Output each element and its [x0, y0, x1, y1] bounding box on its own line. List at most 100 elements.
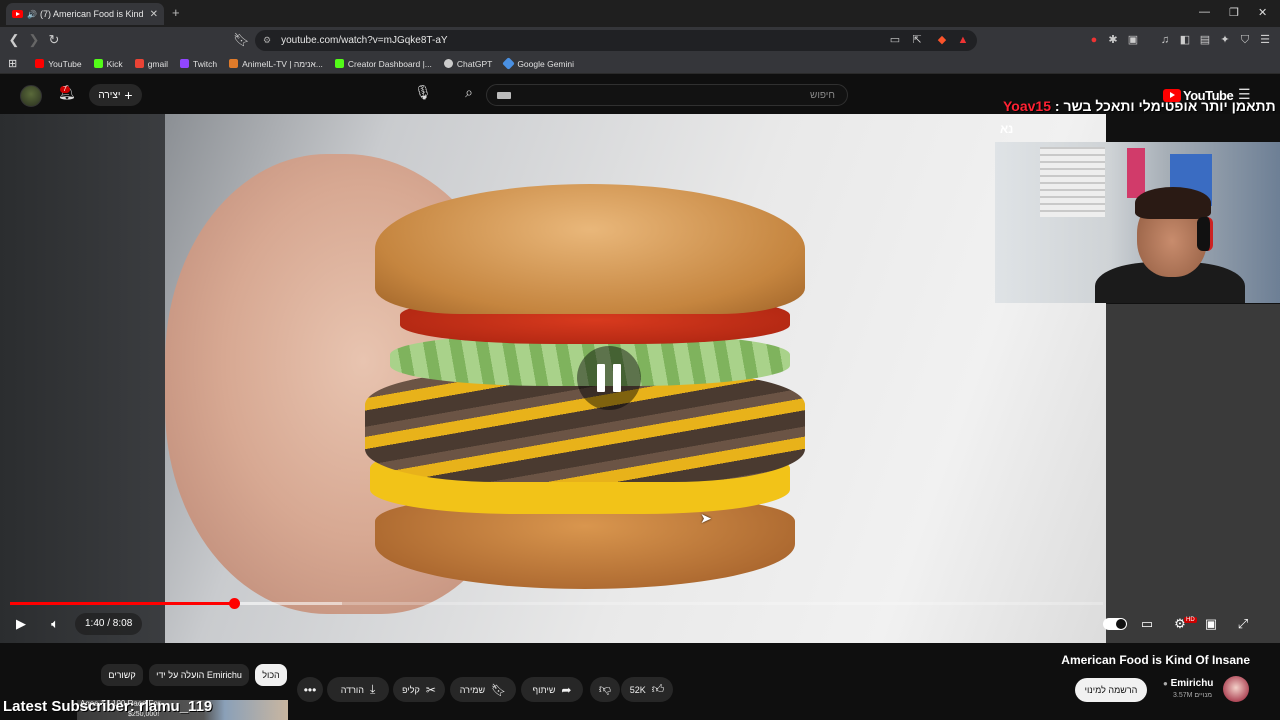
gmail-icon — [134, 59, 144, 68]
browser-tab[interactable]: 🔊 (7) American Food is Kind Of ✕ — [6, 3, 164, 25]
chip-uploaded-by[interactable]: הועלה על ידי Emirichu — [149, 664, 249, 686]
dislike-button[interactable]: 👎︎ — [590, 677, 620, 702]
thumbs-down-icon: 👎︎ — [598, 682, 612, 696]
brave-shields-icon[interactable]: ◆ — [935, 33, 949, 47]
play-icon[interactable]: ▶ — [9, 614, 33, 634]
cast-icon[interactable]: ▭ — [888, 33, 902, 47]
subtitles-icon[interactable]: ▭ — [1135, 614, 1159, 634]
channel-avatar[interactable] — [1223, 676, 1249, 702]
mouse-cursor-icon: ➤ — [700, 510, 712, 526]
screenshot-icon[interactable]: ▣ — [1126, 33, 1140, 47]
download-icon: ⤓ — [369, 682, 376, 696]
video-background-left — [0, 114, 165, 643]
scrubber-handle[interactable] — [229, 598, 241, 609]
bookmark-twitch[interactable]: Twitch — [180, 59, 217, 69]
like-count: 52K — [629, 684, 646, 695]
kick-icon — [93, 59, 103, 68]
chip-related[interactable]: קשורים — [101, 664, 143, 686]
bookmark-creator-dashboard[interactable]: Creator Dashboard |... — [334, 59, 432, 69]
search-icon[interactable]: ⌕ — [458, 84, 480, 106]
apps-icon[interactable]: ⊞ — [8, 57, 17, 70]
reload-icon[interactable]: ↻ — [46, 32, 62, 48]
wallet-icon[interactable]: ▤ — [1198, 33, 1212, 47]
search-input[interactable]: חיפוש — [486, 84, 848, 106]
create-button[interactable]: יצירה + — [89, 84, 142, 106]
keyboard-icon[interactable] — [497, 92, 511, 99]
close-tab-icon[interactable]: ✕ — [150, 9, 158, 20]
site-info-icon[interactable]: ⚙ — [263, 35, 271, 46]
video-title: American Food is Kind Of Insane — [1061, 653, 1250, 667]
scissors-icon: ✂ — [425, 682, 436, 697]
video-background-right — [1106, 304, 1280, 643]
account-avatar[interactable] — [20, 85, 42, 107]
download-button[interactable]: הורדה ⤓ — [327, 677, 389, 702]
top-bun-image — [375, 184, 805, 314]
time-display: 1:40 / 8:08 — [75, 613, 143, 635]
webcam-window-shutter — [1040, 147, 1105, 217]
audio-playing-icon[interactable]: 🔊 — [27, 10, 37, 19]
extensions-icon[interactable]: ✱ — [1106, 33, 1120, 47]
chip-all[interactable]: הכול — [255, 664, 287, 686]
chatgpt-icon — [443, 59, 453, 68]
browser-toolbar: ❮ ❯ ↻ 🔖︎ ⚙ youtube.com/watch?v=mJGqke8T-… — [0, 27, 1280, 54]
progress-played — [10, 602, 235, 605]
share-button[interactable]: שיתוף ➦ — [521, 677, 583, 702]
more-actions-button[interactable]: ••• — [297, 677, 323, 702]
sidebar-icon[interactable]: ◧ — [1178, 33, 1192, 47]
brave-rewards-icon[interactable]: ▲ — [956, 33, 970, 47]
save-label: שמירה — [459, 684, 486, 695]
bookmark-gemini[interactable]: Google Gemini — [502, 57, 574, 70]
clip-label: קליפ — [402, 684, 420, 695]
twitch-icon — [180, 59, 189, 68]
overlay-badge: נא — [1000, 122, 1014, 136]
media-icon[interactable]: ♫ — [1158, 33, 1172, 47]
tab-title: (7) American Food is Kind Of — [39, 9, 146, 19]
create-label: יצירה — [98, 89, 121, 101]
pause-indicator-icon[interactable] — [577, 346, 641, 410]
search-placeholder: חיפוש — [810, 89, 835, 101]
progress-bar[interactable] — [10, 598, 1103, 609]
miniplayer-icon[interactable]: ▣ — [1199, 614, 1223, 634]
bookmark-page-icon[interactable]: 🔖︎ — [233, 32, 250, 48]
minimize-icon[interactable]: — — [1199, 6, 1210, 18]
channel-name-text: Emirichu — [1170, 678, 1214, 689]
like-button[interactable]: 52K 👍︎ — [621, 677, 673, 702]
stream-overlay-title: תתאמן יותר אופטימלי ותאכל בשר : Yoav15 — [1003, 98, 1276, 114]
save-button[interactable]: שמירה 🔖︎ — [450, 677, 516, 702]
clip-button[interactable]: קליפ ✂ — [393, 677, 445, 702]
bookmark-gmail[interactable]: gmail — [134, 59, 168, 69]
extension-record-icon[interactable]: ● — [1087, 33, 1101, 47]
address-bar[interactable]: ⚙ youtube.com/watch?v=mJGqke8T-aY — [255, 30, 977, 51]
vpn-icon[interactable]: ⛉ — [1238, 33, 1252, 47]
webcam-person-hair — [1135, 187, 1211, 219]
animeil-icon — [229, 59, 239, 68]
download-label: הורדה — [340, 684, 364, 695]
verified-icon: ● — [1163, 679, 1168, 688]
channel-name[interactable]: ● Emirichu — [1163, 678, 1213, 689]
bookmark-chatgpt[interactable]: ChatGPT — [443, 59, 492, 69]
autoplay-toggle[interactable] — [1103, 618, 1127, 630]
menu-icon[interactable]: ☰ — [1258, 33, 1272, 47]
volume-icon[interactable]: 🔈︎ — [43, 614, 67, 634]
plus-icon: + — [124, 87, 133, 103]
subscriber-count: 3.57M מנויים — [1173, 692, 1213, 699]
close-window-icon[interactable]: ✕ — [1258, 6, 1267, 19]
youtube-icon — [35, 59, 45, 68]
forward-icon[interactable]: ❯ — [26, 32, 42, 48]
leo-ai-icon[interactable]: ✦ — [1218, 33, 1232, 47]
restore-icon[interactable]: ❐ — [1229, 6, 1239, 19]
bookmark-animeil[interactable]: AnimeIL-TV | אנימה... — [229, 59, 323, 69]
hd-badge: HD — [1184, 617, 1197, 623]
back-icon[interactable]: ❮ — [6, 32, 22, 48]
bookmark-icon: 🔖︎ — [491, 682, 507, 697]
share-page-icon[interactable]: ⇱ — [910, 33, 924, 47]
bookmark-youtube[interactable]: YouTube — [35, 59, 82, 69]
subscribe-button[interactable]: הרשמה למינוי — [1075, 678, 1147, 702]
microphone-icon[interactable]: 🎙︎ — [412, 84, 434, 106]
new-tab-icon[interactable]: + — [172, 5, 180, 20]
webcam-poster-pink — [1127, 148, 1145, 198]
bookmark-kick[interactable]: Kick — [93, 59, 123, 69]
fullscreen-icon[interactable]: ⤢ — [1231, 614, 1255, 634]
notification-count-badge: 7 — [60, 86, 70, 93]
youtube-favicon-icon — [12, 10, 23, 18]
